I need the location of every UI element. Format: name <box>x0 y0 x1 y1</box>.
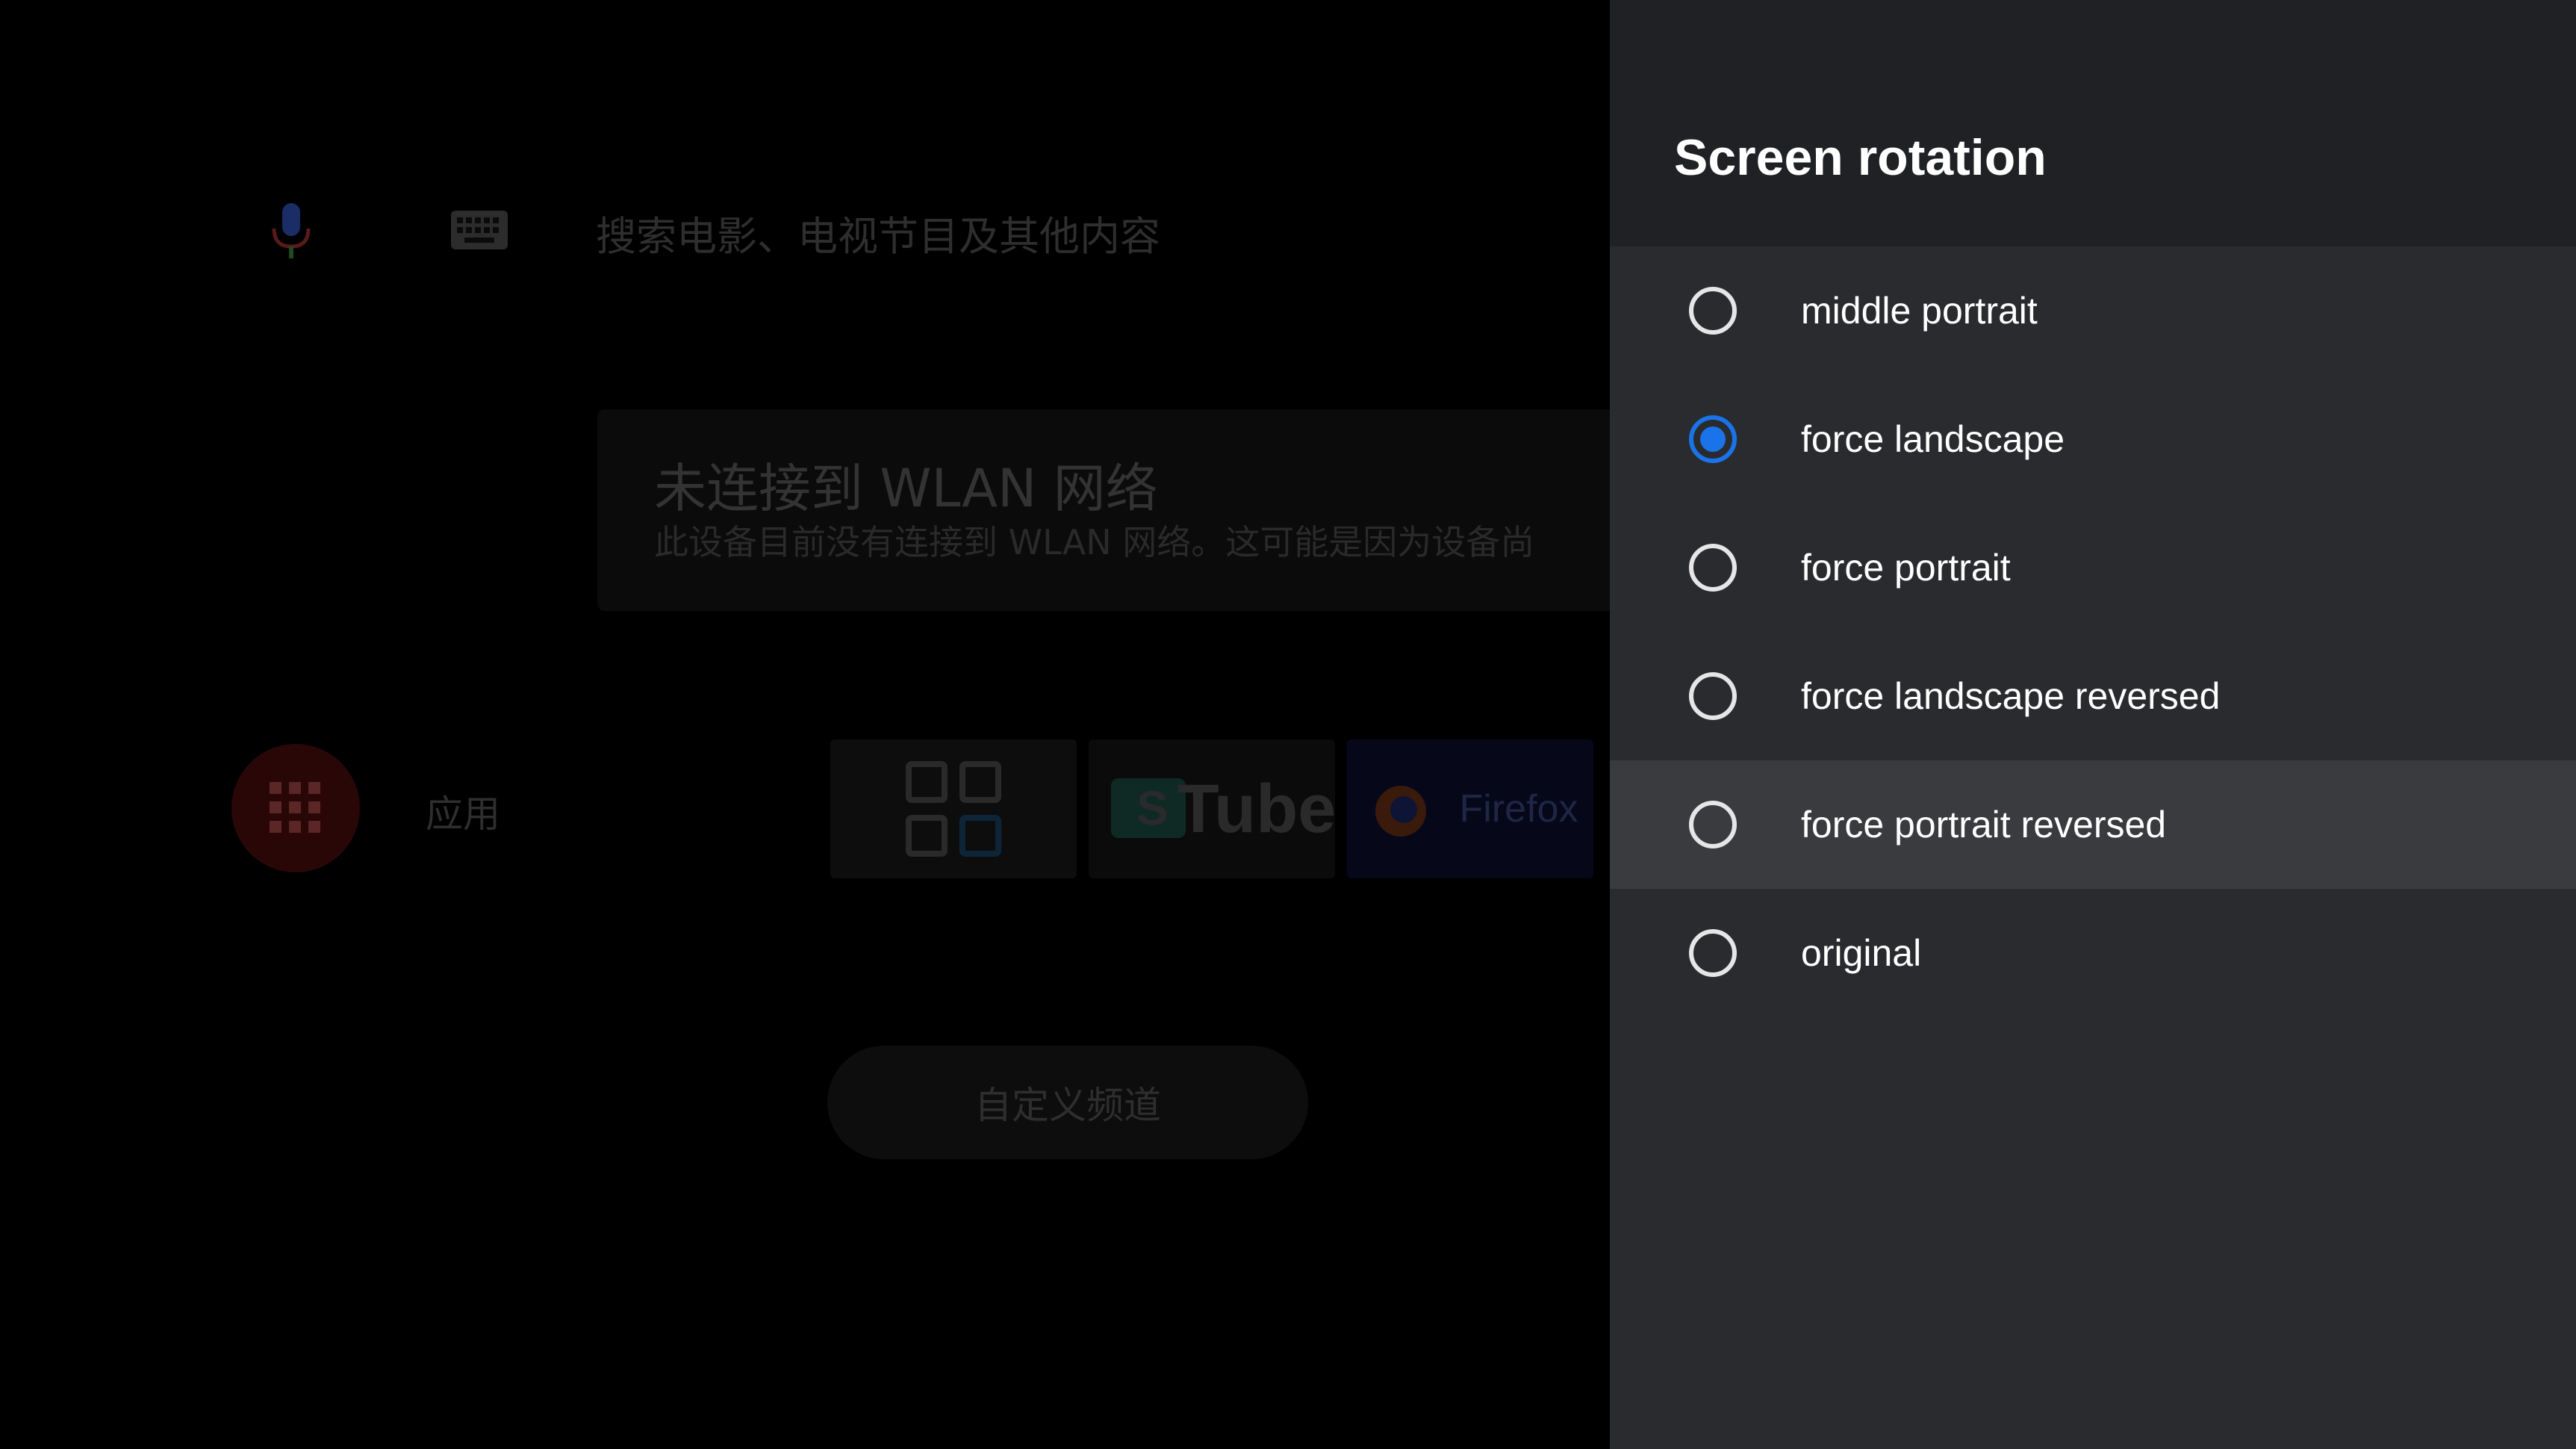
option-label: force landscape <box>1801 418 2065 460</box>
grid-squares-icon <box>906 761 1001 857</box>
option-force-landscape[interactable]: force landscape <box>1610 375 2576 503</box>
option-label: original <box>1801 932 1922 974</box>
option-force-portrait[interactable]: force portrait <box>1610 503 2576 632</box>
option-label: force portrait reversed <box>1801 804 2167 845</box>
youtube-tile[interactable]: S Tube <box>1089 739 1335 878</box>
option-label: middle portrait <box>1801 290 2038 332</box>
keyboard-icon[interactable] <box>451 211 508 249</box>
wlan-title: 未连接到 WLAN 网络 <box>654 458 1158 519</box>
apps-label: 应用 <box>426 792 500 836</box>
apps-grid-icon <box>270 782 322 834</box>
option-middle-portrait[interactable]: middle portrait <box>1610 246 2576 375</box>
radio-button-icon[interactable] <box>1689 544 1737 592</box>
wlan-description: 此设备目前没有连接到 WLAN 网络。这可能是因为设备尚 <box>654 522 1535 562</box>
screen: 搜索电影、电视节目及其他内容 未连接到 WLAN 网络 此设备目前没有连接到 W… <box>0 0 2576 1449</box>
radio-button-checked-icon[interactable] <box>1689 415 1737 463</box>
launcher-background: 搜索电影、电视节目及其他内容 未连接到 WLAN 网络 此设备目前没有连接到 W… <box>0 0 1610 1449</box>
rotation-options-list: middle portrait force landscape force po… <box>1610 246 2576 1449</box>
screen-rotation-panel: Screen rotation middle portrait force la… <box>1610 0 2576 1449</box>
option-force-landscape-reversed[interactable]: force landscape reversed <box>1610 632 2576 760</box>
option-label: force landscape reversed <box>1801 675 2221 717</box>
radio-button-icon[interactable] <box>1689 672 1737 720</box>
microphone-icon[interactable] <box>265 202 317 261</box>
customize-channels-button[interactable]: 自定义频道 <box>827 1046 1308 1159</box>
radio-button-icon[interactable] <box>1689 929 1737 977</box>
option-original[interactable]: original <box>1610 889 2576 1017</box>
radio-button-icon[interactable] <box>1689 287 1737 335</box>
radio-button-icon[interactable] <box>1689 801 1737 848</box>
panel-title: Screen rotation <box>1674 129 2047 186</box>
firefox-tile-label: Firefox <box>1459 787 1578 831</box>
apps-grid-tile[interactable] <box>830 739 1077 878</box>
firefox-tile[interactable]: Firefox <box>1347 739 1593 878</box>
panel-header: Screen rotation <box>1610 0 2576 246</box>
search-placeholder[interactable]: 搜索电影、电视节目及其他内容 <box>596 203 1160 262</box>
customize-channels-label: 自定义频道 <box>974 1084 1161 1127</box>
youtube-tile-label: Tube <box>1177 770 1335 847</box>
apps-button[interactable] <box>231 744 360 872</box>
option-label: force portrait <box>1801 547 2011 589</box>
option-force-portrait-reversed[interactable]: force portrait reversed <box>1610 760 2576 889</box>
